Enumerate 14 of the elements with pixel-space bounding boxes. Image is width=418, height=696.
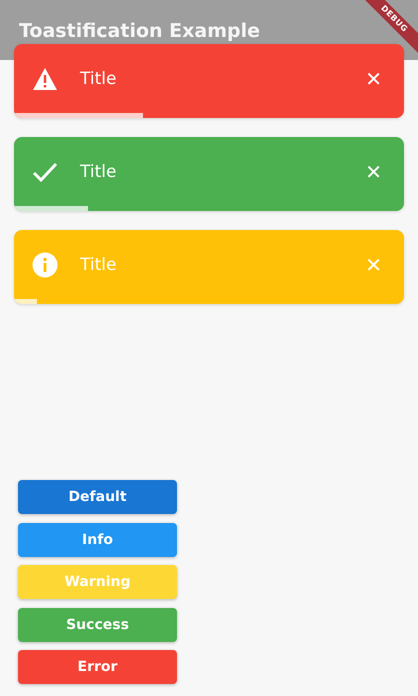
check-icon xyxy=(32,160,58,184)
toast-button[interactable]: Error xyxy=(18,650,177,684)
toast-button[interactable]: Default xyxy=(18,480,177,514)
toast-title: Title xyxy=(80,162,118,182)
toast-button[interactable]: Success xyxy=(18,608,177,642)
info-icon xyxy=(32,252,58,278)
close-button[interactable]: ✕ xyxy=(365,253,382,277)
toast-title: Title xyxy=(80,69,118,89)
app-title: Toastification Example xyxy=(19,20,260,42)
toast-button[interactable]: Info xyxy=(18,522,177,556)
warning-icon xyxy=(32,67,58,91)
close-button[interactable]: ✕ xyxy=(365,67,382,91)
toast-title: Title xyxy=(80,255,118,275)
close-button[interactable]: ✕ xyxy=(365,160,382,184)
